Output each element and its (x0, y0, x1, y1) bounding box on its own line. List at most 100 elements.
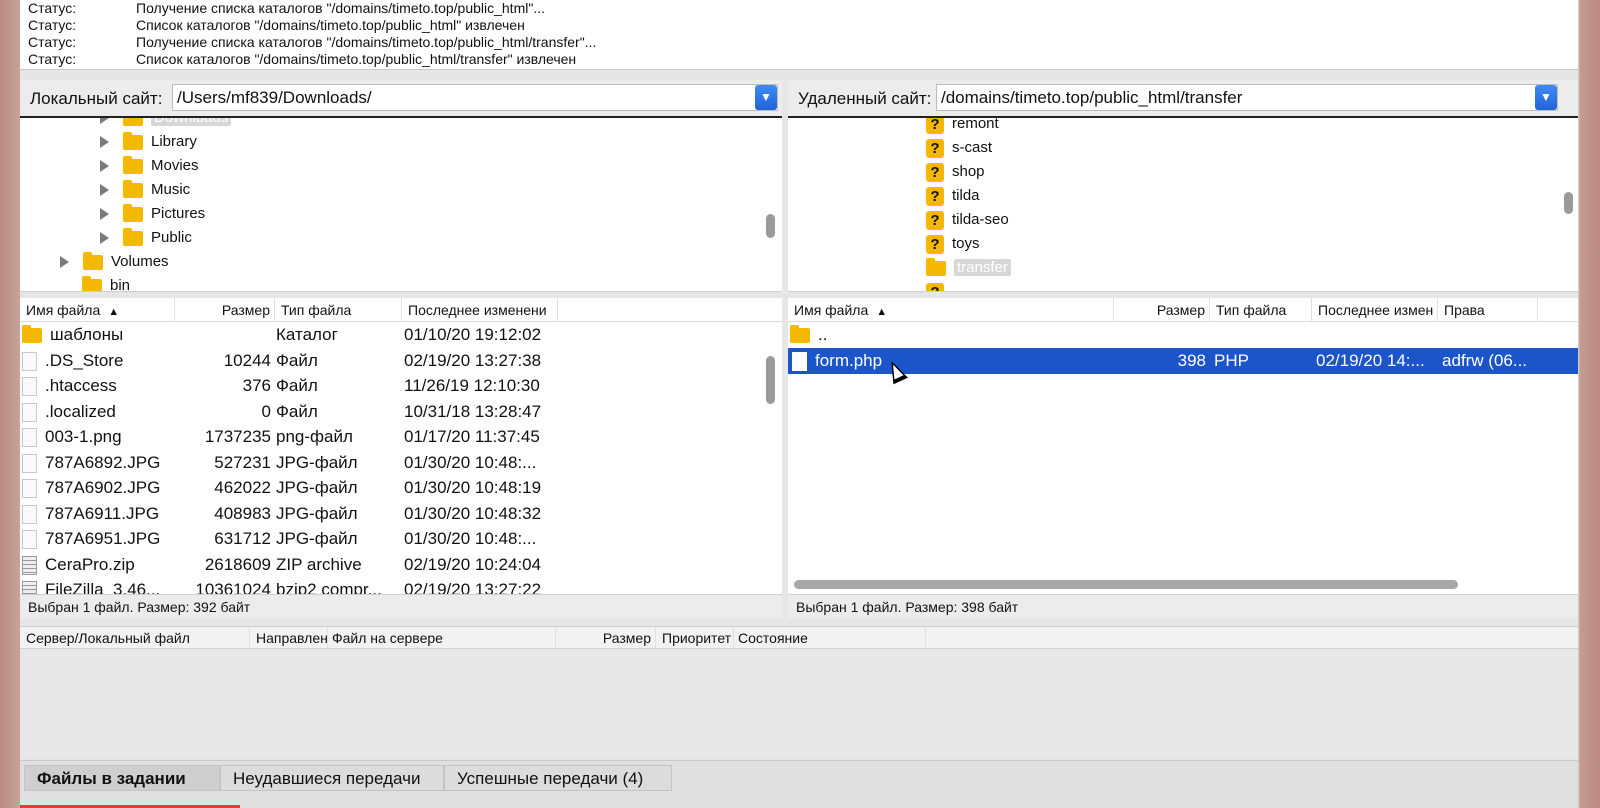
tab-failed-transfers[interactable]: Неудавшиеся передачи (220, 765, 444, 791)
file-icon (792, 352, 807, 372)
tree-item[interactable]: Public (100, 226, 192, 250)
table-row[interactable]: CeraPro.zip 2618609 ZIP archive 02/19/20 10… (20, 552, 782, 578)
table-row[interactable]: 003-1.png 1737235 png-файл 01/17/20 11:37:4… (20, 424, 782, 450)
expand-arrow-icon[interactable] (100, 118, 109, 125)
table-row[interactable]: 787A6902.JPG 462022 JPG-файл 01/30/20 10:48… (20, 475, 782, 501)
table-row-selected[interactable]: form.php 398 PHP 02/19/20 14:... adfrw (… (788, 348, 1578, 374)
local-path-combobox[interactable]: /Users/mf839/Downloads/ ▼ (172, 84, 778, 111)
column-header-modified[interactable]: Последнее измен (1312, 298, 1438, 322)
tab-successful-transfers[interactable]: Успешные передачи (4) (444, 765, 672, 791)
filezilla-window: Статус: Получение списка каталогов "/doma… (20, 0, 1578, 808)
file-icon (22, 453, 37, 473)
remote-tree-scrollbar[interactable] (1564, 192, 1573, 214)
tree-item[interactable]: Music (100, 178, 190, 202)
sort-ascending-icon: ▲ (108, 306, 120, 318)
expand-arrow-icon[interactable] (100, 208, 109, 221)
log-row: Статус: Получение списка каталогов "/doma… (28, 0, 545, 16)
tree-item[interactable]: Downloads (100, 118, 232, 130)
column-header-name[interactable]: Имя файла ▲ (20, 298, 175, 322)
file-icon (22, 377, 37, 397)
unknown-folder-icon: ? (926, 118, 944, 134)
remote-site-bar: Удаленный сайт: /domains/timeto.top/publ… (788, 80, 1578, 118)
table-row[interactable]: .localized 0 Файл 10/31/18 13:28:47 (20, 399, 782, 425)
table-row[interactable]: FileZilla_3.46... 10361024 bzip2 compr... 0… (20, 577, 782, 594)
tree-item[interactable]: ? s-cast (926, 136, 992, 160)
folder-icon (123, 179, 143, 198)
local-status-bar: Выбран 1 файл. Размер: 392 байт (20, 594, 782, 618)
table-row[interactable]: 787A6911.JPG 408983 JPG-файл 01/30/20 10:48… (20, 501, 782, 527)
table-row[interactable]: .DS_Store 10244 Файл 02/19/20 13:27:38 (20, 348, 782, 374)
remote-list-hscrollbar[interactable] (794, 580, 1458, 589)
tree-item[interactable]: Movies (100, 154, 199, 178)
tree-item[interactable]: Library (100, 130, 197, 154)
folder-icon (123, 131, 143, 150)
folder-icon (123, 155, 143, 174)
file-icon (22, 428, 37, 448)
queue-tabs: Файлы в задании Неудавшиеся передачи Усп… (20, 760, 1578, 808)
unknown-folder-icon: ? (926, 162, 944, 182)
folder-icon (123, 203, 143, 222)
expand-arrow-icon[interactable] (100, 232, 109, 245)
local-site-bar: Локальный сайт: /Users/mf839/Downloads/ … (20, 80, 782, 118)
expand-arrow-icon[interactable] (60, 256, 69, 269)
file-icon (22, 351, 37, 371)
table-row[interactable]: 787A6951.JPG 631712 JPG-файл 01/30/20 10:48… (20, 526, 782, 552)
tree-item[interactable]: ? toys (926, 232, 980, 256)
tree-item[interactable]: Volumes (60, 250, 169, 274)
tree-item[interactable]: ? (926, 280, 952, 291)
message-log: Статус: Получение списка каталогов "/doma… (20, 0, 1578, 70)
remote-status-bar: Выбран 1 файл. Размер: 398 байт (788, 594, 1578, 618)
tree-item[interactable]: ? tilda-seo (926, 208, 1009, 232)
sort-ascending-icon: ▲ (876, 306, 888, 318)
tree-item[interactable]: Pictures (100, 202, 205, 226)
tree-item[interactable]: ? shop (926, 160, 985, 184)
folder-icon (926, 257, 946, 276)
unknown-folder-icon: ? (926, 210, 944, 230)
column-header-priority[interactable]: Приоритет (656, 627, 734, 649)
log-row: Статус: Список каталогов "/domains/timeto… (28, 17, 525, 33)
local-list-scrollbar[interactable] (766, 356, 775, 404)
folder-icon (123, 118, 143, 126)
column-header-remote-file[interactable]: Файл на сервере (326, 627, 556, 649)
table-row[interactable]: шаблоны Каталог 01/10/20 19:12:02 (20, 322, 782, 348)
archive-icon (22, 581, 37, 594)
column-header-state[interactable]: Состояние (732, 627, 926, 649)
archive-icon (22, 555, 37, 575)
column-header-local-file[interactable]: Сервер/Локальный файл (20, 627, 250, 649)
local-list-header: Имя файла ▲ Размер Тип файла Последнее из… (20, 298, 782, 322)
folder-icon (83, 251, 103, 270)
column-header-size[interactable]: Размер (556, 627, 656, 649)
tree-item[interactable]: bin (82, 274, 130, 291)
tree-item[interactable]: ? remont (926, 118, 999, 136)
chevron-down-icon[interactable]: ▼ (755, 85, 777, 110)
column-header-modified[interactable]: Последнее изменени (402, 298, 558, 322)
local-directory-tree: Downloads Library Movies Music Pictures … (20, 118, 782, 292)
expand-arrow-icon[interactable] (100, 136, 109, 149)
expand-arrow-icon[interactable] (100, 160, 109, 173)
column-header-permissions[interactable]: Права (1438, 298, 1538, 322)
column-header-direction[interactable]: Направлен (250, 627, 328, 649)
table-row[interactable]: 787A6892.JPG 527231 JPG-файл 01/30/20 10:48… (20, 450, 782, 476)
folder-icon (790, 325, 810, 344)
transfer-queue: Сервер/Локальный файл Направлен Файл на … (20, 626, 1578, 756)
local-tree-scrollbar[interactable] (766, 214, 775, 238)
local-site-label: Локальный сайт: (30, 89, 163, 108)
column-header-name[interactable]: Имя файла ▲ (788, 298, 1114, 322)
remote-path-value: /domains/timeto.top/public_html/transfer (941, 88, 1243, 107)
expand-arrow-icon[interactable] (100, 184, 109, 197)
file-icon (22, 504, 37, 524)
column-header-type[interactable]: Тип файла (1210, 298, 1312, 322)
column-header-size[interactable]: Размер (1114, 298, 1210, 322)
tree-item[interactable]: ? tilda (926, 184, 980, 208)
file-icon (22, 530, 37, 550)
tab-queued-files[interactable]: Файлы в задании (24, 765, 220, 791)
folder-icon (82, 275, 102, 291)
table-row[interactable]: .htaccess 376 Файл 11/26/19 12:10:30 (20, 373, 782, 399)
column-header-size[interactable]: Размер (175, 298, 275, 322)
column-header-type[interactable]: Тип файла (275, 298, 402, 322)
tree-item-selected[interactable]: transfer (926, 256, 1011, 280)
log-row: Статус: Получение списка каталогов "/doma… (28, 34, 597, 50)
remote-path-combobox[interactable]: /domains/timeto.top/public_html/transfer… (936, 84, 1558, 111)
chevron-down-icon[interactable]: ▼ (1535, 85, 1557, 110)
parent-directory-row[interactable]: .. (788, 322, 1578, 348)
